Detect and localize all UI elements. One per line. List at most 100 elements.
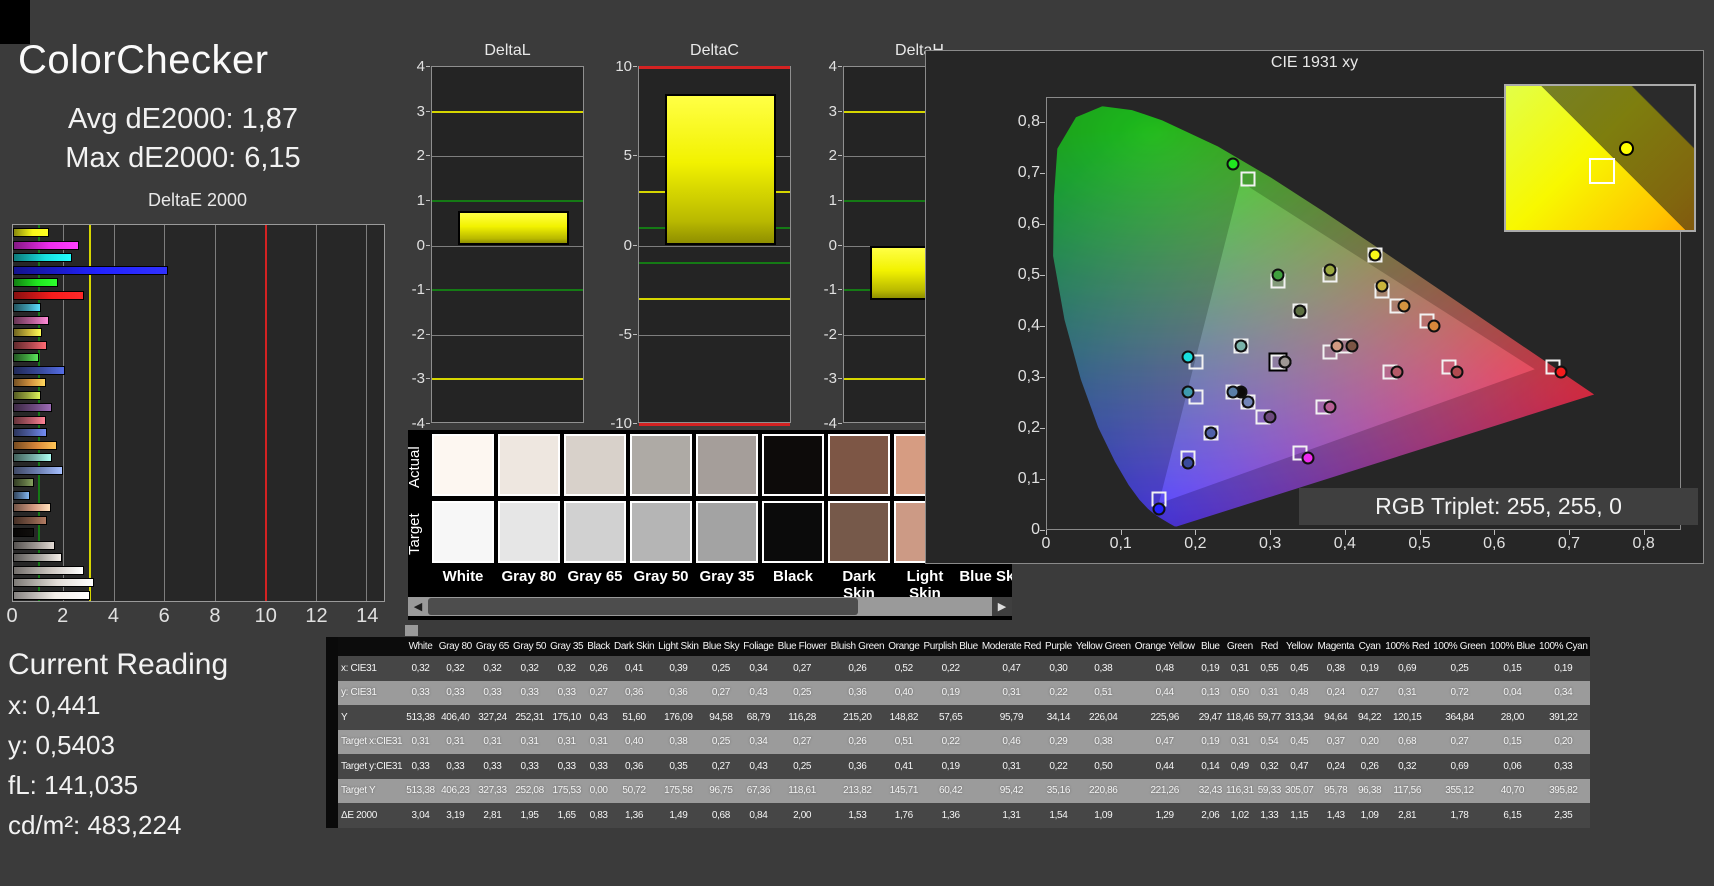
table-col-header-foliage[interactable]: Foliage <box>741 637 776 656</box>
current-reading-fl: fL: 141,035 <box>8 770 139 800</box>
deltae-bar-magenta <box>13 315 50 325</box>
delta-chart-tick: 0 <box>828 236 837 254</box>
table-cell: 2,35 <box>1537 803 1590 828</box>
delta-chart-line <box>432 156 583 158</box>
table-cell: 0,37 <box>1315 729 1356 754</box>
cie-measured-point-blue-flower <box>1241 395 1255 409</box>
deltae-bar-blue <box>13 365 65 375</box>
table-col-header-light-skin[interactable]: Light Skin <box>656 637 701 656</box>
table-row-label: y: CIE31 <box>338 680 405 705</box>
cie-zoom-inset <box>1504 84 1696 232</box>
swatch-panel: Actual Target White Gray 80 Gray 65 Gray 50 Gr… <box>408 430 1012 620</box>
table-col-header-cyan[interactable]: Cyan <box>1355 637 1384 656</box>
table-col-header-moderate-red[interactable]: Moderate Red <box>979 637 1043 656</box>
deltae-gridline <box>113 225 115 601</box>
cie-measured-point-magenta <box>1323 400 1337 414</box>
table-cell: 2,81 <box>473 803 511 828</box>
deltae-bar-dark-skin <box>13 515 48 525</box>
delta-chart-tick-mark <box>426 199 430 201</box>
delta-chart-plot-deltac <box>638 66 791 426</box>
table-col-header-100-cyan[interactable]: 100% Cyan <box>1537 637 1590 656</box>
delta-chart-tick-mark <box>838 155 842 157</box>
delta-chart-tick-mark <box>838 378 842 380</box>
table-col-header-blue[interactable]: Blue <box>1196 637 1224 656</box>
swatch-scrollbar-thumb[interactable] <box>428 598 858 615</box>
table-cell: 213,82 <box>828 778 887 803</box>
swatch-actual-black[interactable] <box>762 434 824 496</box>
cie-x-tick: 0,6 <box>1483 535 1506 552</box>
table-cell: 3,04 <box>404 803 437 828</box>
table-cell: 94,64 <box>1315 705 1356 730</box>
swatch-actual-gray-65[interactable] <box>564 434 626 496</box>
table-cell: 2,81 <box>1383 803 1432 828</box>
table-col-header-blue-sky[interactable]: Blue Sky <box>700 637 742 656</box>
table-scroll-corner[interactable] <box>405 625 418 636</box>
table-cell: 395,82 <box>1537 778 1590 803</box>
swatch-actual-gray-80[interactable] <box>498 434 560 496</box>
cie-x-tick: 0,4 <box>1333 535 1356 552</box>
table-cell: 0,48 <box>1283 680 1316 705</box>
scroll-right-arrow-icon[interactable]: ▶ <box>992 597 1012 616</box>
delta-chart-tick: 0 <box>623 236 632 254</box>
swatch-target-gray-35[interactable] <box>696 501 758 563</box>
colorchecker-app: ColorChecker Avg dE2000: 1,87 Max dE2000… <box>0 0 1714 886</box>
swatch-target-dark-skin[interactable] <box>828 501 890 563</box>
swatch-target-black[interactable] <box>762 501 824 563</box>
deltae-limit-line-red <box>265 225 268 601</box>
table-col-header-yellow-green[interactable]: Yellow Green <box>1073 637 1133 656</box>
table-col-header-100-red[interactable]: 100% Red <box>1383 637 1432 656</box>
swatch-actual-white[interactable] <box>432 434 494 496</box>
table-row-label: Target y:CIE31 <box>338 754 405 779</box>
table-col-header-100-green[interactable]: 100% Green <box>1431 637 1488 656</box>
table-cell: 0,33 <box>548 754 586 779</box>
table-cell: 305,07 <box>1283 778 1316 803</box>
swatch-target-gray-50[interactable] <box>630 501 692 563</box>
cie-y-tick-mark <box>1040 224 1045 226</box>
swatch-actual-dark-skin[interactable] <box>828 434 890 496</box>
table-col-header-100-blue[interactable]: 100% Blue <box>1487 637 1538 656</box>
table-row-x-cie31: x: CIE31 0,32 0,32 0,32 0,32 0,32 0,26 0,41 0,39… <box>338 656 1590 681</box>
table-col-header-green[interactable]: Green <box>1223 637 1256 656</box>
table-col-header-purplish-blue[interactable]: Purplish Blue <box>921 637 980 656</box>
table-col-header-gray-50[interactable]: Gray 50 <box>511 637 549 656</box>
swatch-target-white[interactable] <box>432 501 494 563</box>
swatch-actual-gray-35[interactable] <box>696 434 758 496</box>
table-col-header-white[interactable]: White <box>404 637 437 656</box>
deltae-axis-tick: 8 <box>209 605 221 627</box>
delta-chart-tick: -1 <box>411 281 425 299</box>
table-col-header-magenta[interactable]: Magenta <box>1315 637 1356 656</box>
table-cell: 0,33 <box>473 754 511 779</box>
deltae-limit-line-yellow <box>88 225 91 601</box>
swatch-actual-gray-50[interactable] <box>630 434 692 496</box>
cie-x-tick: 0,5 <box>1408 535 1431 552</box>
scroll-left-arrow-icon[interactable]: ◀ <box>408 597 428 616</box>
table-col-header-red[interactable]: Red <box>1255 637 1283 656</box>
swatch-target-gray-80[interactable] <box>498 501 560 563</box>
cie-x-tick: 0 <box>1041 535 1051 552</box>
current-reading-title: Current Reading <box>8 648 229 681</box>
delta-chart-tick: 2 <box>828 147 837 165</box>
table-col-header-gray-65[interactable]: Gray 65 <box>473 637 511 656</box>
table-cell: 0,36 <box>656 680 701 705</box>
table-col-header-gray-35[interactable]: Gray 35 <box>548 637 586 656</box>
cie-x-tick-mark <box>1419 530 1421 535</box>
table-col-header-orange[interactable]: Orange <box>886 637 922 656</box>
table-col-header-purple[interactable]: Purple <box>1043 637 1074 656</box>
delta-chart-tick: -5 <box>618 325 632 343</box>
deltae-axis-tick: 12 <box>305 605 328 627</box>
table-col-header-blue-flower[interactable]: Blue Flower <box>775 637 829 656</box>
table-cell: 0,41 <box>886 754 922 779</box>
table-col-header-gray-80[interactable]: Gray 80 <box>436 637 474 656</box>
table-col-header-yellow[interactable]: Yellow <box>1283 637 1316 656</box>
table-col-header-orange-yellow[interactable]: Orange Yellow <box>1132 637 1197 656</box>
swatch-scrollbar[interactable]: ◀ ▶ <box>408 597 1012 616</box>
table-col-header-dark-skin[interactable]: Dark Skin <box>611 637 657 656</box>
table-col-header-black[interactable]: Black <box>585 637 612 656</box>
cie-y-tick: 0,4 <box>1017 317 1040 335</box>
swatch-label-gray-50: Gray 50 <box>633 568 689 585</box>
table-cell: 0,38 <box>656 729 701 754</box>
table-col-header-bluish-green[interactable]: Bluish Green <box>828 637 887 656</box>
cie-measured-point-yellow-green <box>1323 263 1337 277</box>
delta-chart-line <box>639 423 790 426</box>
swatch-target-gray-65[interactable] <box>564 501 626 563</box>
